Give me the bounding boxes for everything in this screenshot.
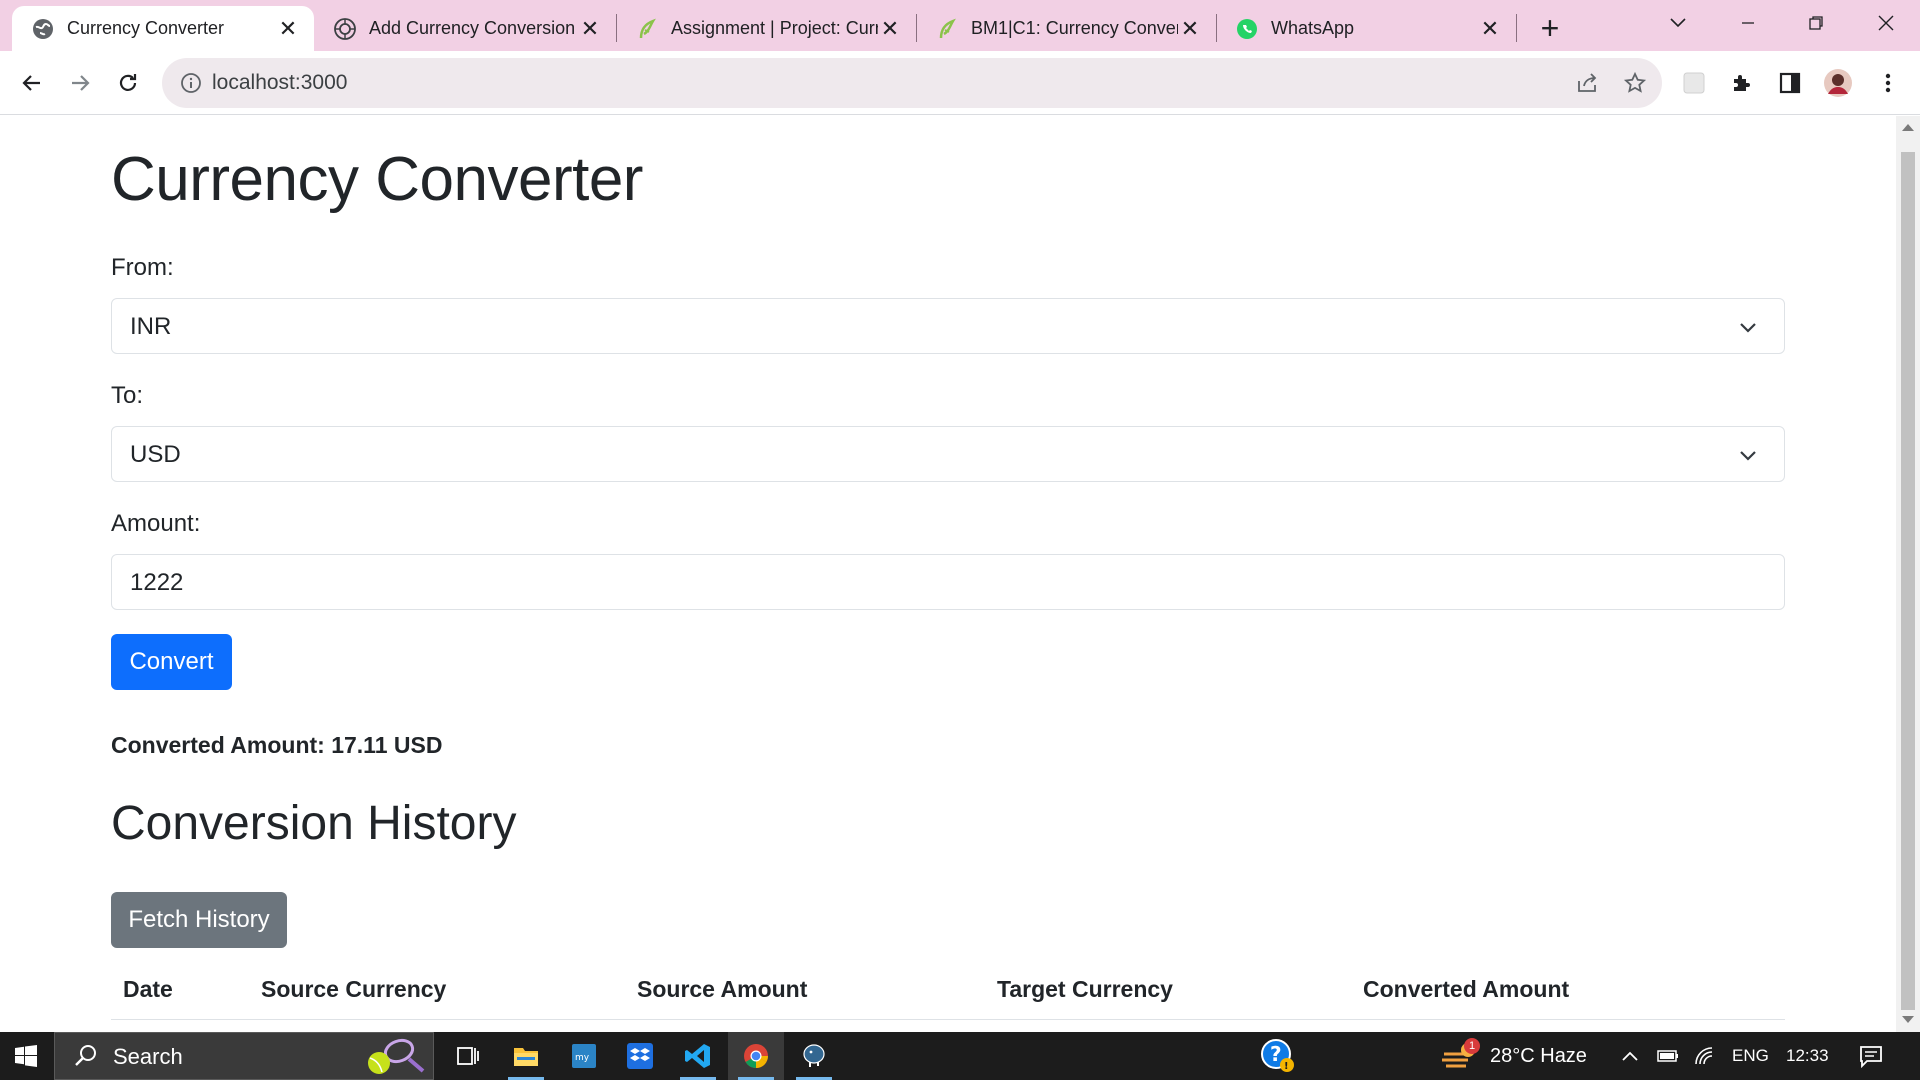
- weather-widget[interactable]: 1 28°C Haze: [1440, 1032, 1587, 1080]
- tab-search-icon[interactable]: [1654, 6, 1702, 40]
- column-header-source-currency: Source Currency: [261, 976, 447, 1002]
- forward-icon[interactable]: [60, 63, 100, 103]
- share-icon[interactable]: [1574, 70, 1600, 96]
- search-placeholder: Search: [113, 1044, 183, 1069]
- from-currency-value: INR: [130, 313, 172, 340]
- whatsapp-icon: [1236, 18, 1258, 40]
- windows-taskbar: Search my ?! 1 28°C Haze ENG 12:33: [0, 1032, 1920, 1080]
- close-tab-icon[interactable]: ✕: [878, 16, 902, 41]
- svg-text:my: my: [575, 1053, 590, 1063]
- profile-avatar[interactable]: [1822, 67, 1854, 99]
- close-tab-icon[interactable]: ✕: [276, 16, 300, 41]
- column-header-target-currency: Target Currency: [997, 976, 1173, 1002]
- tennis-search-highlight-icon: [359, 1037, 429, 1082]
- tab-title: Add Currency Conversion: [369, 18, 576, 38]
- history-table-header: Date Source Currency Source Amount Targe…: [111, 964, 1785, 1020]
- clock[interactable]: 12:33: [1786, 1032, 1829, 1080]
- tab-add-currency-conversion[interactable]: Add Currency Conversion ✕: [314, 6, 616, 51]
- fetch-history-button[interactable]: Fetch History: [111, 892, 287, 948]
- minimize-icon[interactable]: [1724, 6, 1772, 40]
- leaf-icon: [636, 18, 658, 40]
- tab-title: BM1|C1: Currency Conver: [971, 18, 1178, 38]
- history-heading: Conversion History: [111, 797, 517, 850]
- weather-icon: 1: [1440, 1036, 1480, 1076]
- language-indicator[interactable]: ENG: [1732, 1032, 1769, 1080]
- page-title: Currency Converter: [111, 145, 643, 214]
- dropbox-icon[interactable]: [612, 1032, 668, 1080]
- page-scrollbar[interactable]: [1896, 116, 1920, 1032]
- bookmark-star-icon[interactable]: [1622, 70, 1648, 96]
- mysql-workbench-icon[interactable]: my: [556, 1032, 612, 1080]
- page-viewport: Currency Converter From: INR To: USD Amo…: [0, 116, 1896, 1032]
- column-header-converted-amount: Converted Amount: [1363, 976, 1570, 1002]
- column-header-source-amount: Source Amount: [637, 976, 808, 1002]
- converted-amount-text: Converted Amount: 17.11 USD: [111, 732, 443, 758]
- help-icon[interactable]: ?!: [1250, 1032, 1306, 1080]
- taskbar-search-box[interactable]: Search: [54, 1032, 434, 1080]
- extension-placeholder-icon[interactable]: [1678, 67, 1710, 99]
- site-info-icon[interactable]: [180, 72, 202, 99]
- tab-divider: [1516, 14, 1517, 42]
- extensions-puzzle-icon[interactable]: [1726, 67, 1758, 99]
- search-icon: [73, 1043, 99, 1074]
- url-text: localhost:3000: [212, 71, 348, 94]
- column-header-date: Date: [123, 976, 173, 1002]
- tab-bm1-currency-converter[interactable]: BM1|C1: Currency Conver ✕: [916, 6, 1216, 51]
- close-tab-icon[interactable]: ✕: [1478, 16, 1502, 41]
- to-currency-value: USD: [130, 441, 181, 468]
- browser-menu-icon[interactable]: [1872, 67, 1904, 99]
- tab-currency-converter[interactable]: Currency Converter ✕: [12, 6, 314, 51]
- chevron-down-icon: [1738, 445, 1758, 470]
- battery-icon[interactable]: [1656, 1032, 1680, 1080]
- tab-assignment-project[interactable]: Assignment | Project: Curr ✕: [616, 6, 916, 51]
- vscode-icon[interactable]: [670, 1032, 726, 1080]
- from-currency-select[interactable]: INR: [111, 298, 1785, 354]
- reload-icon[interactable]: [108, 63, 148, 103]
- notification-badge: 1: [1464, 1038, 1480, 1054]
- close-tab-icon[interactable]: ✕: [578, 16, 602, 41]
- wifi-icon[interactable]: [1692, 1032, 1716, 1080]
- close-tab-icon[interactable]: ✕: [1178, 16, 1202, 41]
- tab-title: WhatsApp: [1271, 18, 1355, 38]
- back-icon[interactable]: [12, 63, 52, 103]
- tab-title: Currency Converter: [67, 18, 225, 38]
- chrome-icon[interactable]: [728, 1032, 784, 1080]
- side-panel-icon[interactable]: [1774, 67, 1806, 99]
- tab-title: Assignment | Project: Curr: [671, 18, 878, 38]
- close-window-icon[interactable]: [1862, 6, 1910, 40]
- leaf-icon: [936, 18, 958, 40]
- task-view-icon[interactable]: [440, 1032, 496, 1080]
- scrollbar-thumb[interactable]: [1901, 152, 1915, 1010]
- globe-icon: [32, 18, 54, 40]
- scroll-up-arrow-icon[interactable]: [1902, 124, 1914, 131]
- restore-icon[interactable]: [1792, 6, 1840, 40]
- to-label: To:: [111, 382, 144, 409]
- tab-whatsapp[interactable]: WhatsApp ✕: [1216, 6, 1516, 51]
- show-hidden-icons-icon[interactable]: [1620, 1032, 1640, 1080]
- amount-value: 1222: [130, 569, 184, 596]
- tab-strip: Currency Converter ✕ Add Currency Conver…: [0, 0, 1920, 51]
- weather-text: 28°C Haze: [1490, 1044, 1587, 1067]
- svg-text:?: ?: [1270, 1042, 1282, 1066]
- file-explorer-icon[interactable]: [498, 1032, 554, 1080]
- postgresql-icon[interactable]: [786, 1032, 842, 1080]
- amount-label: Amount:: [111, 510, 201, 537]
- new-tab-button[interactable]: +: [1532, 10, 1568, 46]
- notifications-icon[interactable]: [1858, 1032, 1884, 1080]
- from-label: From:: [111, 254, 174, 281]
- svg-text:!: !: [1284, 1061, 1289, 1072]
- scroll-down-arrow-icon[interactable]: [1902, 1016, 1914, 1023]
- address-bar[interactable]: localhost:3000: [162, 58, 1662, 108]
- chevron-down-icon: [1738, 317, 1758, 342]
- chatgpt-icon: [334, 17, 356, 40]
- amount-input[interactable]: 1222: [111, 554, 1785, 610]
- windows-start-icon[interactable]: [0, 1032, 52, 1080]
- browser-toolbar: localhost:3000: [0, 51, 1920, 115]
- convert-button[interactable]: Convert: [111, 634, 232, 690]
- to-currency-select[interactable]: USD: [111, 426, 1785, 482]
